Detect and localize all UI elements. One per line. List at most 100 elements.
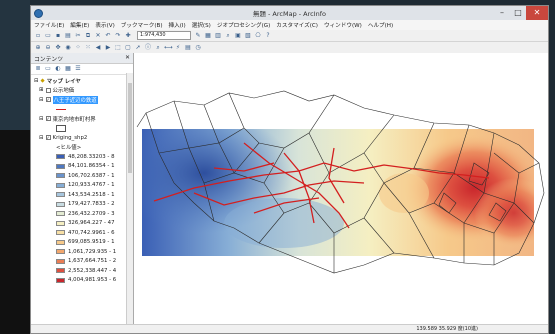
table-of-contents-icon[interactable]: ▦ <box>204 32 212 40</box>
toolbox-icon[interactable]: ▣ <box>234 32 242 40</box>
legend-label: 2,552,338.447 - 4 <box>68 267 117 274</box>
hyperlink-icon[interactable]: ⚡ <box>174 44 182 52</box>
expand-icon[interactable]: ⊞ <box>39 87 44 93</box>
menu-help[interactable]: ヘルプ(H) <box>368 21 393 29</box>
layer-visibility-checkbox[interactable]: ✓ <box>45 97 51 103</box>
menu-view[interactable]: 表示(V) <box>95 21 114 29</box>
legend-item: 106,702.6387 - 1 <box>34 171 133 181</box>
map-scale-input[interactable]: 1:974,430 <box>137 31 191 40</box>
editor-icon[interactable]: ✎ <box>194 32 202 40</box>
layer-name: Kriging_shp2 <box>52 134 88 141</box>
legend-item: 143,534.2518 - 1 <box>34 190 133 200</box>
copy-icon[interactable]: ⧉ <box>84 32 92 40</box>
layer-visibility-checkbox[interactable]: ✓ <box>45 135 51 141</box>
options-icon[interactable]: ☰ <box>74 65 82 73</box>
list-by-visibility-icon[interactable]: ◐ <box>54 65 62 73</box>
catalog-icon[interactable]: ▥ <box>214 32 222 40</box>
cut-icon[interactable]: ✂ <box>74 32 82 40</box>
menu-geoprocessing[interactable]: ジオプロセシング(G) <box>217 21 270 29</box>
clear-selection-icon[interactable]: ▢ <box>124 44 132 52</box>
fixed-zoom-in-icon[interactable]: ⁘ <box>74 44 82 52</box>
layer-row-railways[interactable]: ⊟ ✓ 八王子近辺の鉄道 <box>34 95 133 105</box>
fixed-zoom-out-icon[interactable]: ⁙ <box>84 44 92 52</box>
legend-label: 4,004,981.953 - 6 <box>68 277 117 284</box>
menu-window[interactable]: ウィンドウ(W) <box>324 21 362 29</box>
legend-label: 699,085.9519 - 1 <box>68 239 115 246</box>
layer-visibility-checkbox[interactable] <box>45 87 51 93</box>
pan-icon[interactable]: ✥ <box>54 44 62 52</box>
toc-close-button[interactable]: ✕ <box>125 55 130 61</box>
delete-icon[interactable]: ✕ <box>94 32 102 40</box>
kriging-legend: 48,208.33203 - 8 84,101.86354 - 1 106,702.… <box>34 152 133 285</box>
menu-selection[interactable]: 選択(S) <box>192 21 211 29</box>
python-icon[interactable]: ▧ <box>244 32 252 40</box>
undo-icon[interactable]: ↶ <box>104 32 112 40</box>
new-document-icon[interactable]: ▫ <box>34 32 42 40</box>
full-extent-icon[interactable]: ◉ <box>64 44 72 52</box>
boundary-symbol-row <box>34 124 133 134</box>
add-data-icon[interactable]: ✚ <box>124 32 132 40</box>
menu-edit[interactable]: 編集(E) <box>70 21 89 29</box>
legend-swatch <box>56 249 65 255</box>
select-features-icon[interactable]: ⬚ <box>114 44 122 52</box>
back-icon[interactable]: ◀ <box>94 44 102 52</box>
html-popup-icon[interactable]: ▤ <box>184 44 192 52</box>
menu-file[interactable]: ファイル(E) <box>34 21 64 29</box>
toc-header: コンテンツ ✕ <box>31 53 133 64</box>
legend-swatch <box>56 277 65 283</box>
legend-swatch <box>56 211 65 217</box>
collapse-icon[interactable]: ⊟ <box>39 116 44 122</box>
time-slider-icon[interactable]: ◷ <box>194 44 202 52</box>
layer-row-land-price[interactable]: ⊞ 公示地価 <box>34 86 133 96</box>
redo-icon[interactable]: ↷ <box>114 32 122 40</box>
forward-icon[interactable]: ▶ <box>104 44 112 52</box>
maximize-button[interactable]: □ <box>510 6 526 20</box>
zoom-in-icon[interactable]: ⊕ <box>34 44 42 52</box>
legend-item: 1,637,664.751 - 2 <box>34 257 133 267</box>
layer-name-selected[interactable]: 八王子近辺の鉄道 <box>52 95 98 104</box>
collapse-icon[interactable]: ⊟ <box>39 97 44 103</box>
title-bar[interactable]: 無題 - ArcMap - ArcInfo – □ ✕ <box>31 6 548 20</box>
window-title: 無題 - ArcMap - ArcInfo <box>252 10 327 18</box>
legend-item: 179,427.7833 - 2 <box>34 200 133 210</box>
find-icon[interactable]: ⌕ <box>154 44 162 52</box>
legend-swatch <box>56 268 65 274</box>
kriging-raster <box>142 129 534 256</box>
layers-icon: ◆ <box>40 77 45 84</box>
menu-customize[interactable]: カスタマイズ(C) <box>276 21 318 29</box>
help-icon[interactable]: ? <box>264 32 272 40</box>
zoom-out-icon[interactable]: ⊖ <box>44 44 52 52</box>
legend-label: 236,432.2709 - 3 <box>68 210 115 217</box>
list-by-drawing-order-icon[interactable]: ≣ <box>34 65 42 73</box>
modelbuilder-icon[interactable]: ⎔ <box>254 32 262 40</box>
layer-row-kriging[interactable]: ⊟ ✓ Kriging_shp2 <box>34 133 133 143</box>
legend-swatch <box>56 230 65 236</box>
identify-icon[interactable]: ⓘ <box>144 44 152 52</box>
save-icon[interactable]: ▪ <box>54 32 62 40</box>
select-elements-icon[interactable]: ➚ <box>134 44 142 52</box>
open-folder-icon[interactable]: ▭ <box>44 32 52 40</box>
layer-row-boundaries[interactable]: ⊟ ✓ 東京内地市町村界 <box>34 114 133 124</box>
map-view[interactable] <box>134 53 548 324</box>
search-icon[interactable]: ⌕ <box>224 32 232 40</box>
legend-label: 326,964.227 - 47 <box>68 220 115 227</box>
layer-name: 東京内地市町村界 <box>52 116 96 123</box>
print-icon[interactable]: ▤ <box>64 32 72 40</box>
minimize-button[interactable]: – <box>494 6 510 20</box>
map-canvas[interactable] <box>134 53 548 322</box>
toc-scrollbar[interactable] <box>126 73 133 324</box>
list-by-source-icon[interactable]: ▭ <box>44 65 52 73</box>
collapse-icon[interactable]: ⊟ <box>34 78 39 84</box>
legend-label: 84,101.86354 - 1 <box>68 163 115 170</box>
legend-item: 84,101.86354 - 1 <box>34 162 133 172</box>
list-by-selection-icon[interactable]: ▦ <box>64 65 72 73</box>
menu-bookmarks[interactable]: ブックマーク(B) <box>121 21 163 29</box>
collapse-icon[interactable]: ⊟ <box>39 135 44 141</box>
data-frame-row[interactable]: ⊟ ◆ マップ レイヤ <box>34 76 133 86</box>
table-of-contents: コンテンツ ✕ ≣ ▭ ◐ ▦ ☰ ⊟ ◆ マップ レイヤ ⊞ 公示地価 ⊟ ✓… <box>31 53 134 324</box>
measure-icon[interactable]: ⟷ <box>164 44 173 52</box>
menu-insert[interactable]: 挿入(I) <box>169 21 186 29</box>
layer-visibility-checkbox[interactable]: ✓ <box>45 116 51 122</box>
close-button[interactable]: ✕ <box>526 6 548 20</box>
scrollbar-thumb[interactable] <box>128 83 132 173</box>
